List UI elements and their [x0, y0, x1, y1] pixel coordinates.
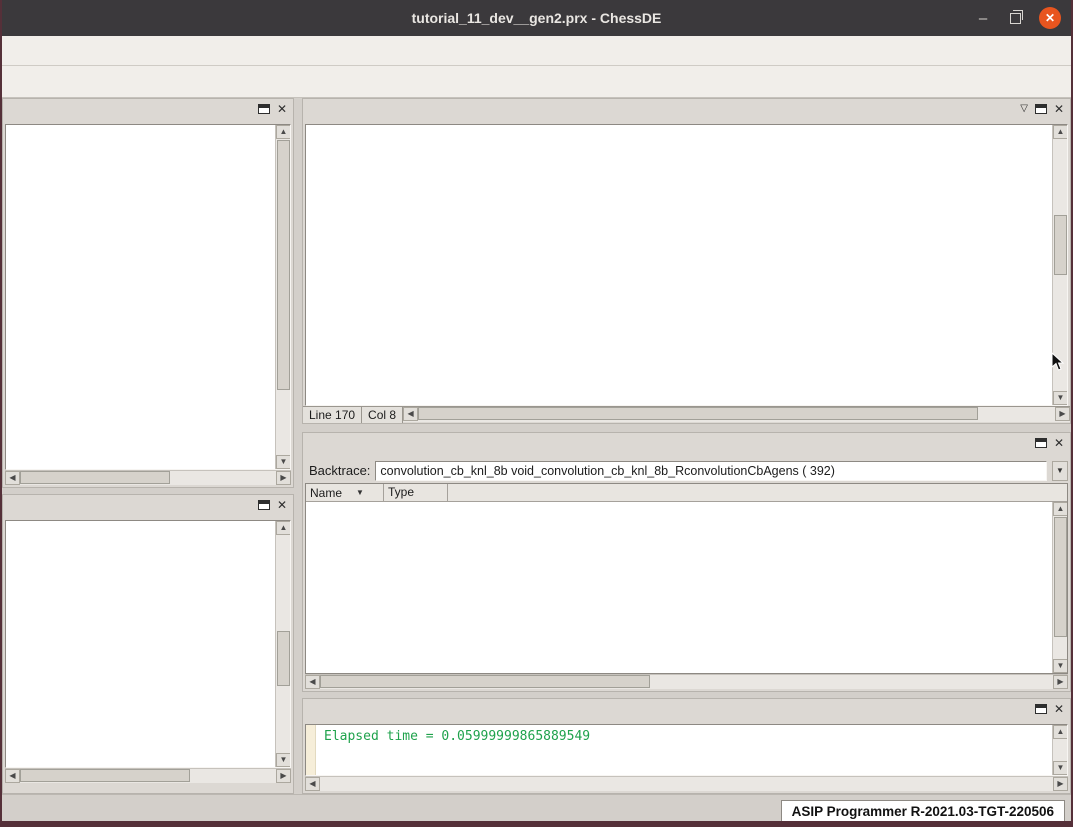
scroll-thumb[interactable] — [20, 471, 170, 484]
right-column: ▽ ✕ ▲ ▼ Line 170 Col 8 — [302, 98, 1071, 794]
console-panel-header: ✕ — [303, 699, 1070, 724]
scroll-thumb[interactable] — [1054, 215, 1067, 275]
splitter[interactable] — [294, 98, 302, 794]
mouse-cursor-icon — [1051, 352, 1065, 372]
code-editor[interactable]: ▲ ▼ — [305, 124, 1068, 406]
float-panel-icon[interactable] — [1035, 704, 1047, 714]
scroll-left-icon[interactable]: ◀ — [5, 471, 20, 485]
scroll-up-icon[interactable]: ▲ — [276, 125, 291, 139]
variables-table: Name ▼ Type ▲ ▼ — [305, 483, 1068, 674]
console-vscrollbar[interactable]: ▲ ▼ — [1052, 725, 1067, 775]
backtrace-value: convolution_cb_knl_8b void_convolution_c… — [380, 464, 834, 478]
scroll-thumb[interactable] — [277, 631, 290, 686]
close-panel-icon[interactable]: ✕ — [1054, 104, 1064, 114]
scroll-right-icon[interactable]: ▶ — [1055, 407, 1070, 421]
scroll-thumb[interactable] — [320, 675, 650, 688]
float-panel-icon[interactable] — [258, 500, 270, 510]
scroll-right-icon[interactable]: ▶ — [1053, 777, 1068, 791]
scroll-left-icon[interactable]: ◀ — [5, 769, 20, 783]
minimize-button[interactable]: – — [974, 10, 992, 27]
backtrace-label: Backtrace: — [309, 463, 370, 478]
microcode-vscrollbar[interactable]: ▲ ▼ — [275, 125, 290, 469]
float-panel-icon[interactable] — [1035, 104, 1047, 114]
microcode-view[interactable]: ▲ ▼ — [5, 124, 291, 470]
scroll-thumb[interactable] — [277, 140, 290, 390]
scroll-right-icon[interactable]: ▶ — [1053, 675, 1068, 689]
scroll-up-icon[interactable]: ▲ — [276, 521, 291, 535]
scroll-thumb[interactable] — [20, 769, 190, 782]
console-panel: ✕ Elapsed time = 0.05999999865889549 ▲ ▼… — [302, 698, 1071, 794]
editor-panel-header: ▽ ✕ — [303, 99, 1070, 124]
scroll-right-icon[interactable]: ▶ — [276, 769, 291, 783]
scroll-left-icon[interactable]: ◀ — [305, 777, 320, 791]
scroll-thumb[interactable] — [418, 407, 978, 420]
scroll-up-icon[interactable]: ▲ — [1053, 725, 1068, 739]
scroll-up-icon[interactable]: ▲ — [1053, 502, 1068, 516]
scroll-right-icon[interactable]: ▶ — [276, 471, 291, 485]
dropdown-arrow-icon[interactable]: ▼ — [1052, 461, 1068, 481]
backtrace-dropdown[interactable]: convolution_cb_knl_8b void_convolution_c… — [375, 461, 1047, 481]
scroll-down-icon[interactable]: ▼ — [1053, 659, 1068, 673]
microcode-hscrollbar[interactable]: ◀ ▶ — [5, 470, 291, 485]
column-header-type[interactable]: Type — [384, 484, 448, 501]
editor-panel: ▽ ✕ ▲ ▼ Line 170 Col 8 — [302, 98, 1071, 424]
menu-bar — [2, 36, 1071, 66]
console-view[interactable]: Elapsed time = 0.05999999865889549 ▲ ▼ — [305, 724, 1068, 776]
scroll-left-icon[interactable]: ◀ — [305, 675, 320, 689]
toolbar — [2, 66, 1071, 98]
title-bar: tutorial_11_dev__gen2.prx - ChessDE – ✕ — [2, 0, 1071, 36]
memory-panel-header: ✕ — [3, 495, 293, 520]
col-indicator: Col 8 — [362, 407, 403, 423]
console-hscrollbar[interactable]: ◀ ▶ — [305, 776, 1068, 791]
microcode-panel-header: ✕ — [3, 99, 293, 124]
main-area: ✕ ▲ ▼ ◀ ▶ — [2, 98, 1071, 794]
splitter[interactable] — [302, 424, 1071, 432]
scroll-down-icon[interactable]: ▼ — [1053, 761, 1068, 775]
restore-button[interactable] — [1010, 13, 1021, 24]
editor-hscrollbar[interactable]: ◀ ▶ — [403, 407, 1070, 422]
memory-hscrollbar[interactable]: ◀ ▶ — [5, 768, 291, 783]
console-margin — [306, 725, 316, 775]
memory-vscrollbar[interactable]: ▲ ▼ — [275, 521, 290, 767]
close-panel-icon[interactable]: ✕ — [277, 104, 287, 114]
column-header-name[interactable]: Name ▼ — [306, 484, 384, 501]
close-panel-icon[interactable]: ✕ — [1054, 704, 1064, 714]
memory-view[interactable]: ▲ ▼ — [5, 520, 291, 768]
line-indicator: Line 170 — [303, 407, 362, 423]
float-panel-icon[interactable] — [1035, 438, 1047, 448]
scroll-down-icon[interactable]: ▼ — [1053, 391, 1068, 405]
scroll-down-icon[interactable]: ▼ — [276, 455, 291, 469]
left-column: ✕ ▲ ▼ ◀ ▶ — [2, 98, 294, 794]
programmer-version-badge: ASIP Programmer R-2021.03-TGT-220506 — [781, 800, 1065, 823]
close-panel-icon[interactable]: ✕ — [1054, 438, 1064, 448]
locals-hscrollbar[interactable]: ◀ ▶ — [305, 674, 1068, 689]
locals-panel: ✕ Backtrace: convolution_cb_knl_8b void_… — [302, 432, 1071, 692]
locals-panel-header: ✕ — [303, 433, 1070, 458]
close-panel-icon[interactable]: ✕ — [277, 500, 287, 510]
table-header: Name ▼ Type — [306, 484, 1067, 502]
sort-arrow-icon: ▼ — [356, 488, 364, 497]
memory-panel: ✕ ▲ ▼ ◀ ▶ — [2, 494, 294, 794]
backtrace-row: Backtrace: convolution_cb_knl_8b void_co… — [303, 458, 1070, 483]
chessde-window: tutorial_11_dev__gen2.prx - ChessDE – ✕ … — [0, 0, 1073, 827]
locals-vscrollbar[interactable]: ▲ ▼ — [1052, 502, 1067, 673]
scroll-up-icon[interactable]: ▲ — [1053, 125, 1068, 139]
scroll-down-icon[interactable]: ▼ — [276, 753, 291, 767]
tab-list-icon[interactable]: ▽ — [1020, 104, 1028, 114]
close-button[interactable]: ✕ — [1039, 7, 1061, 29]
scroll-thumb[interactable] — [1054, 517, 1067, 637]
float-panel-icon[interactable] — [258, 104, 270, 114]
scroll-left-icon[interactable]: ◀ — [403, 407, 418, 421]
status-bar: ASIP Programmer R-2021.03-TGT-220506 — [2, 794, 1071, 827]
column-header-value[interactable] — [448, 484, 1067, 501]
editor-status-bar: Line 170 Col 8 ◀ ▶ — [303, 406, 1070, 423]
microcode-panel: ✕ ▲ ▼ ◀ ▶ — [2, 98, 294, 488]
window-title: tutorial_11_dev__gen2.prx - ChessDE — [2, 10, 1071, 26]
console-output: Elapsed time = 0.05999999865889549 — [316, 725, 1052, 775]
